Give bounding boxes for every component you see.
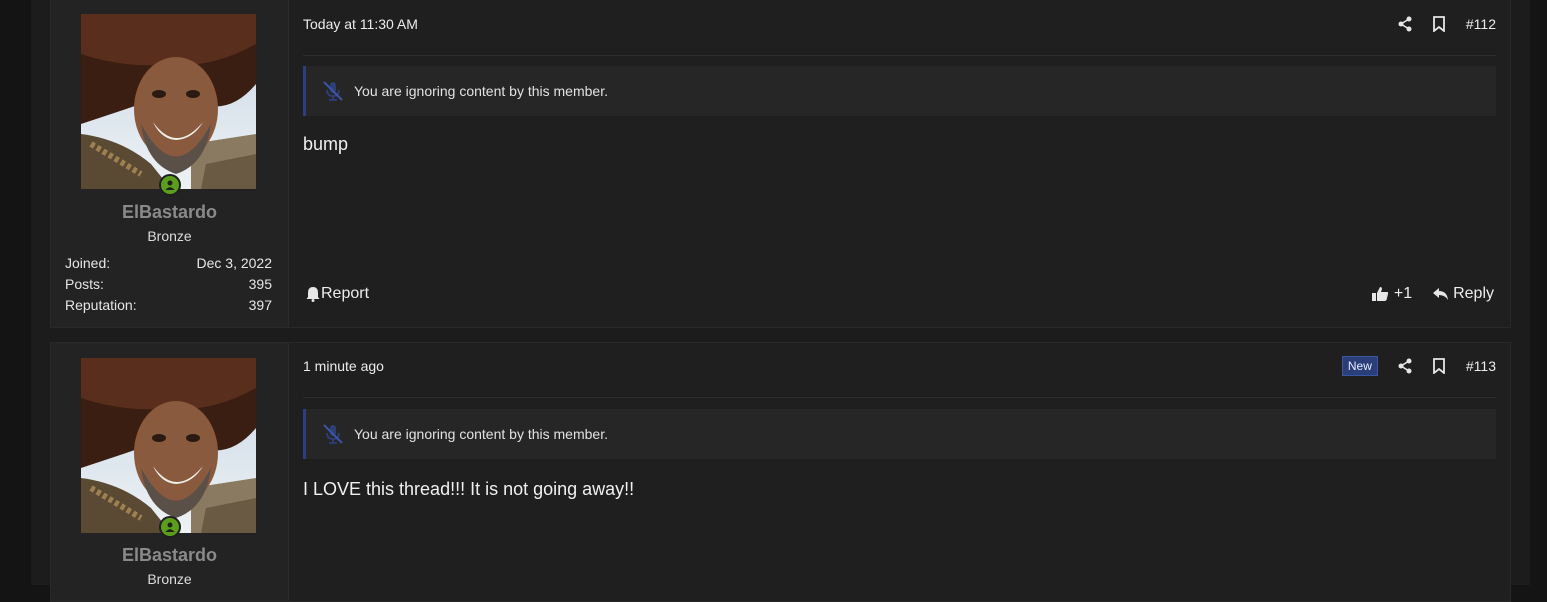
report-label: Report (321, 285, 370, 302)
post-date[interactable]: 1 minute ago (303, 358, 384, 374)
post-date[interactable]: Today at 11:30 AM (303, 16, 418, 32)
user-info: ElBastardo Bronze Joined: Dec 3, 2022 Po… (51, 0, 289, 327)
stat-value: 395 (248, 276, 272, 292)
post-number[interactable]: #113 (1466, 358, 1496, 374)
ignored-notice-text: You are ignoring content by this member. (354, 83, 608, 99)
message-cell: Today at 11:30 AM #112 You are ignoring … (303, 0, 1496, 327)
post-113: ElBastardo Bronze 1 minute ago New #113 … (50, 342, 1511, 602)
stat-label: Reputation: (65, 297, 137, 313)
ignored-notice: You are ignoring content by this member. (303, 409, 1496, 459)
share-icon[interactable] (1388, 356, 1422, 376)
microphone-slash-icon (321, 80, 347, 102)
post-body: I LOVE this thread!!! It is not going aw… (303, 479, 635, 499)
avatar[interactable] (81, 358, 256, 533)
stat-posts: Posts: 395 (65, 274, 272, 295)
username[interactable]: ElBastardo (51, 545, 288, 566)
microphone-slash-icon (321, 423, 347, 445)
stat-joined: Joined: Dec 3, 2022 (65, 253, 272, 274)
reaction-count: +1 (1393, 285, 1413, 302)
reply-label: Reply (1453, 285, 1494, 302)
avatar[interactable] (81, 14, 256, 189)
user-info: ElBastardo Bronze (51, 343, 289, 601)
like-button[interactable]: +1 (1371, 285, 1412, 303)
message-header: 1 minute ago New #113 (303, 343, 1496, 398)
header-actions: New #113 (1341, 356, 1496, 376)
post-body: bump (303, 134, 349, 154)
thumbs-up-icon (1371, 287, 1388, 301)
username[interactable]: ElBastardo (51, 202, 288, 223)
new-badge: New (1341, 356, 1378, 376)
reply-icon (1433, 288, 1449, 300)
ignored-notice: You are ignoring content by this member. (303, 66, 1496, 116)
online-status-icon (159, 516, 181, 538)
post-112: ElBastardo Bronze Joined: Dec 3, 2022 Po… (50, 0, 1511, 328)
share-icon[interactable] (1388, 14, 1422, 34)
user-title: Bronze (147, 228, 192, 244)
bookmark-icon[interactable] (1422, 14, 1456, 34)
stat-value: Dec 3, 2022 (196, 255, 273, 271)
post-footer: Report +1 Reply (303, 285, 1496, 309)
report-button[interactable]: Report (305, 285, 369, 303)
bookmark-icon[interactable] (1422, 356, 1456, 376)
stat-label: Joined: (65, 255, 111, 271)
header-actions: #112 (1388, 14, 1496, 34)
online-status-icon (159, 174, 181, 196)
bell-icon (306, 287, 320, 302)
stat-reputation: Reputation: 397 (65, 295, 272, 316)
stat-label: Posts: (65, 276, 104, 292)
message-cell: 1 minute ago New #113 You are ignoring c… (303, 343, 1496, 601)
ignored-notice-text: You are ignoring content by this member. (354, 426, 608, 442)
user-stats: Joined: Dec 3, 2022 Posts: 395 Reputatio… (65, 253, 272, 316)
message-header: Today at 11:30 AM #112 (303, 1, 1496, 56)
post-number[interactable]: #112 (1466, 16, 1496, 32)
reply-button[interactable]: Reply (1432, 285, 1494, 303)
footer-actions: +1 Reply (1371, 285, 1494, 303)
stat-value: 397 (248, 297, 272, 313)
